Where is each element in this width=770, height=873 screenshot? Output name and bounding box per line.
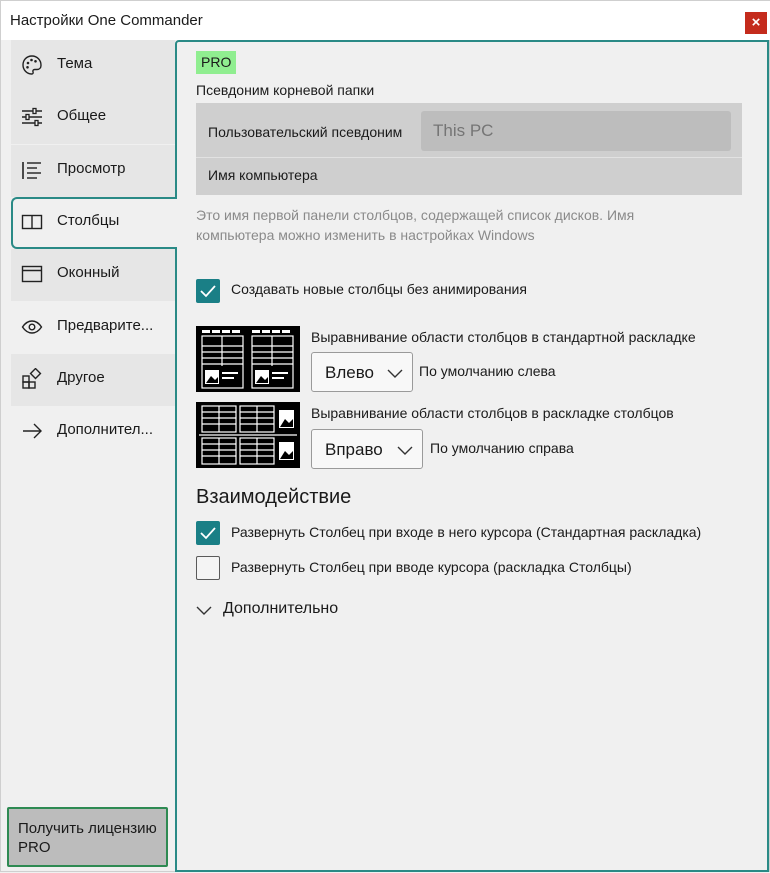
align-standard-title: Выравнивание области столбцов в стандарт… [311,329,696,345]
license-button-label: Получить лицензию PRO [18,820,157,856]
sidebar-item-other[interactable]: Другое [11,354,175,406]
window-title: Настройки One Commander [10,12,203,29]
chevron-down-icon [196,606,212,615]
sidebar-item-columns[interactable]: Столбцы [11,197,177,249]
title-bar: Настройки One Commander × [1,4,770,40]
align-columns-default: По умолчанию справа [430,440,574,456]
computer-name-option[interactable]: Имя компьютера [208,167,318,183]
expand-columns-label[interactable]: Развернуть Столбец при вводе курсора (ра… [231,559,632,575]
divider [196,157,742,158]
sidebar-item-preview[interactable]: Предварите... [11,302,175,354]
sidebar-item-theme[interactable]: Тема [11,40,175,92]
columns-settings-panel: PRO Псевдоним корневой папки Пользовател… [175,40,769,872]
eye-icon [21,320,43,334]
apps-add-icon [22,368,42,389]
columns-icon [21,214,43,230]
align-standard-select[interactable]: Влево [311,352,413,392]
sidebar-item-label: Просмотр [57,160,126,177]
window-icon [21,265,43,283]
arrow-right-icon [23,423,42,439]
alias-hint: Это имя первой панели столбцов, содержащ… [196,207,635,243]
pro-badge: PRO [196,51,237,74]
sidebar-item-label: Тема [57,55,93,72]
sidebar-item-label: Оконный [57,264,120,281]
expand-columns-checkbox[interactable] [196,556,220,580]
expand-standard-checkbox[interactable] [196,521,220,545]
checkmark-icon [200,527,216,540]
custom-alias-input[interactable] [421,111,731,151]
alias-group: Пользовательский псевдоним Имя компьютер… [196,103,742,195]
settings-window: Настройки One Commander × Тема Общее Про… [0,0,770,872]
custom-alias-label: Пользовательский псевдоним [208,124,403,140]
sidebar-item-window[interactable]: Оконный [11,249,175,301]
expand-standard-label[interactable]: Развернуть Столбец при входе в него курс… [231,524,701,540]
chevron-down-icon [387,369,403,378]
sidebar-item-label: Столбцы [57,212,120,229]
align-standard-default: По умолчанию слева [419,363,556,379]
palette-icon [22,55,42,75]
get-license-button[interactable]: Получить лицензию PRO [7,807,168,867]
sidebar-item-label: Другое [57,369,105,386]
no-animation-checkbox[interactable] [196,279,220,303]
sliders-icon [22,107,42,127]
sidebar-item-label: Дополнител... [57,421,154,438]
standard-layout-image [196,326,300,392]
align-standard-value: Влево [325,363,375,382]
align-columns-select[interactable]: Вправо [311,429,423,469]
sidebar-item-general[interactable]: Общее [11,92,175,144]
list-icon [22,162,41,179]
alias-section-label: Псевдоним корневой папки [196,82,375,98]
interaction-heading: Взаимодействие [196,486,352,508]
align-columns-value: Вправо [325,440,383,459]
sidebar-item-label: Предварите... [57,317,154,334]
sidebar-item-advanced[interactable]: Дополнител... [11,406,175,458]
sidebar: Тема Общее Просмотр Столбцы Оконный Пред… [1,40,177,873]
no-animation-label[interactable]: Создавать новые столбцы без анимирования [231,281,527,297]
chevron-down-icon [397,446,413,455]
sidebar-item-view[interactable]: Просмотр [11,145,175,197]
sidebar-item-label: Общее [57,107,107,124]
checkmark-icon [200,285,216,298]
align-columns-title: Выравнивание области столбцов в раскладк… [311,405,674,421]
columns-layout-image [196,402,300,468]
advanced-expander-label: Дополнительно [223,600,339,617]
close-button[interactable]: × [745,12,767,34]
